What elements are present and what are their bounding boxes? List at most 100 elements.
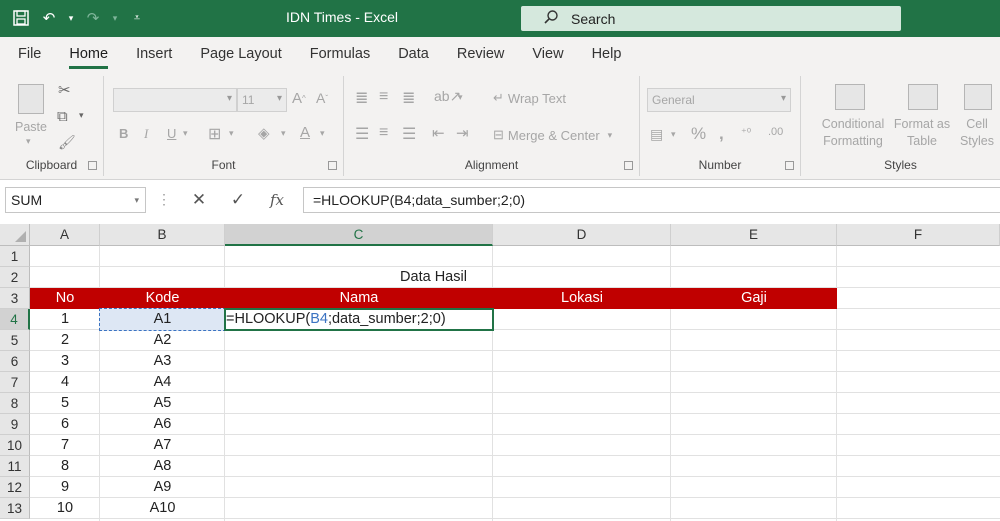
cancel-icon[interactable]: ✕ xyxy=(186,188,212,212)
header-lokasi[interactable]: Lokasi xyxy=(493,288,671,309)
row-header-7[interactable]: 7 xyxy=(0,372,30,393)
underline-dropdown-icon[interactable]: ▾ xyxy=(183,128,188,139)
cell-no[interactable]: 4 xyxy=(30,372,100,393)
bold-icon[interactable]: B xyxy=(119,126,128,141)
cell-kode[interactable]: A9 xyxy=(100,477,225,498)
cell-styles-button[interactable]: Cell Styles xyxy=(954,116,1000,150)
header-kode[interactable]: Kode xyxy=(100,288,225,309)
header-nama[interactable]: Nama xyxy=(225,288,493,309)
cut-icon[interactable]: ✂ xyxy=(58,81,71,99)
alignment-launcher-icon[interactable] xyxy=(624,161,633,170)
column-header-c[interactable]: C xyxy=(225,224,493,246)
cell-no[interactable]: 7 xyxy=(30,435,100,456)
cell-no[interactable]: 6 xyxy=(30,414,100,435)
borders-dropdown-icon[interactable]: ▾ xyxy=(229,128,234,139)
font-launcher-icon[interactable] xyxy=(328,161,337,170)
tab-help[interactable]: Help xyxy=(580,37,634,72)
column-header-e[interactable]: E xyxy=(671,224,837,246)
row-header-12[interactable]: 12 xyxy=(0,477,30,498)
customize-qat-icon[interactable]: ⩡ xyxy=(126,7,148,29)
row-header-1[interactable]: 1 xyxy=(0,246,30,267)
cell-kode[interactable]: A10 xyxy=(100,498,225,519)
column-header-b[interactable]: B xyxy=(100,224,225,246)
cell-edit-formula[interactable]: =HLOOKUP(B4;data_sumber;2;0) xyxy=(226,309,446,330)
name-box[interactable]: SUM ▾ xyxy=(5,187,146,213)
undo-dropdown-icon[interactable]: ▾ xyxy=(66,7,76,29)
cell-no[interactable]: 1 xyxy=(30,309,100,330)
align-left-icon[interactable]: ☰ xyxy=(355,124,369,144)
increase-font-icon[interactable]: A ^ xyxy=(292,90,306,107)
tab-formulas[interactable]: Formulas xyxy=(298,37,382,72)
row-header-2[interactable]: 2 xyxy=(0,267,30,288)
row-header-3[interactable]: 3 xyxy=(0,288,30,309)
tab-home[interactable]: Home xyxy=(57,37,120,72)
bottom-align-icon[interactable]: ≣ xyxy=(402,88,415,108)
copy-dropdown-icon[interactable]: ▾ xyxy=(79,110,84,121)
increase-indent-icon[interactable]: ⇥ xyxy=(456,124,469,142)
sheet-title[interactable]: Data Hasil xyxy=(30,267,837,288)
undo-icon[interactable]: ↶ xyxy=(38,7,60,29)
accounting-dropdown-icon[interactable]: ▾ xyxy=(671,129,676,140)
accounting-format-icon[interactable]: ▤ xyxy=(650,126,663,143)
cell-kode[interactable]: A1 xyxy=(100,309,225,330)
row-header-13[interactable]: 13 xyxy=(0,498,30,519)
tab-page-layout[interactable]: Page Layout xyxy=(188,37,293,72)
search-box[interactable]: Search xyxy=(521,6,901,31)
wrap-text-button[interactable]: ↵ Wrap Text xyxy=(493,90,566,106)
copy-icon[interactable]: ⧉ xyxy=(57,108,68,125)
increase-decimal-icon[interactable]: ⁺⁰ xyxy=(741,126,751,139)
align-center-icon[interactable]: ≡ xyxy=(379,124,388,142)
decrease-decimal-icon[interactable]: .00 xyxy=(768,126,783,138)
underline-icon[interactable]: U xyxy=(167,126,176,141)
header-gaji[interactable]: Gaji xyxy=(671,288,837,309)
number-format-combo[interactable]: General ▾ xyxy=(647,88,791,112)
cell-no[interactable]: 10 xyxy=(30,498,100,519)
enter-icon[interactable]: ✓ xyxy=(225,188,251,212)
tab-data[interactable]: Data xyxy=(386,37,441,72)
row-header-8[interactable]: 8 xyxy=(0,393,30,414)
tab-view[interactable]: View xyxy=(520,37,575,72)
format-as-table-button[interactable]: Format as Table xyxy=(890,116,954,150)
tab-insert[interactable]: Insert xyxy=(124,37,184,72)
align-right-icon[interactable]: ☰ xyxy=(402,124,416,144)
decrease-font-icon[interactable]: Aˇ xyxy=(316,90,328,106)
cell-kode[interactable]: A2 xyxy=(100,330,225,351)
middle-align-icon[interactable]: ≡ xyxy=(379,88,388,106)
redo-icon[interactable]: ↷ xyxy=(82,7,104,29)
paste-icon[interactable] xyxy=(18,84,44,114)
cell-no[interactable]: 9 xyxy=(30,477,100,498)
number-launcher-icon[interactable] xyxy=(785,161,794,170)
merge-center-button[interactable]: ⊟ Merge & Center ▾ xyxy=(493,127,612,143)
paste-button[interactable]: Paste xyxy=(15,120,47,134)
row-header-11[interactable]: 11 xyxy=(0,456,30,477)
conditional-formatting-button[interactable]: Conditional Formatting xyxy=(809,116,897,150)
font-size-combo[interactable]: 11 ▾ xyxy=(237,88,287,112)
fill-color-dropdown-icon[interactable]: ▾ xyxy=(281,128,286,139)
column-header-d[interactable]: D xyxy=(493,224,671,246)
clipboard-launcher-icon[interactable] xyxy=(88,161,97,170)
orientation-dropdown-icon[interactable]: ▾ xyxy=(458,92,463,103)
format-painter-icon[interactable]: 🖌 xyxy=(58,134,76,151)
row-header-10[interactable]: 10 xyxy=(0,435,30,456)
cell-no[interactable]: 8 xyxy=(30,456,100,477)
row-header-6[interactable]: 6 xyxy=(0,351,30,372)
percent-icon[interactable]: % xyxy=(691,124,706,144)
borders-icon[interactable]: ⊞ xyxy=(208,124,221,144)
paste-dropdown-icon[interactable]: ▾ xyxy=(26,136,31,147)
cell-kode[interactable]: A8 xyxy=(100,456,225,477)
formula-bar-grip-icon[interactable]: ⋮ xyxy=(157,191,171,208)
tab-review[interactable]: Review xyxy=(445,37,517,72)
fill-color-icon[interactable]: ◈ xyxy=(258,124,270,142)
row-header-4[interactable]: 4 xyxy=(0,309,30,330)
cell-kode[interactable]: A6 xyxy=(100,414,225,435)
formula-input[interactable]: =HLOOKUP(B4;data_sumber;2;0) xyxy=(303,187,1000,213)
cell-kode[interactable]: A4 xyxy=(100,372,225,393)
column-header-a[interactable]: A xyxy=(30,224,100,246)
cell-kode[interactable]: A3 xyxy=(100,351,225,372)
save-icon[interactable] xyxy=(10,7,32,29)
font-name-combo[interactable]: ▾ xyxy=(113,88,237,112)
row-header-9[interactable]: 9 xyxy=(0,414,30,435)
worksheet-grid[interactable]: A B C D E F 1 2 3 4 5 6 7 8 9 10 11 12 1… xyxy=(0,224,1000,521)
header-no[interactable]: No xyxy=(30,288,100,309)
row-header-5[interactable]: 5 xyxy=(0,330,30,351)
